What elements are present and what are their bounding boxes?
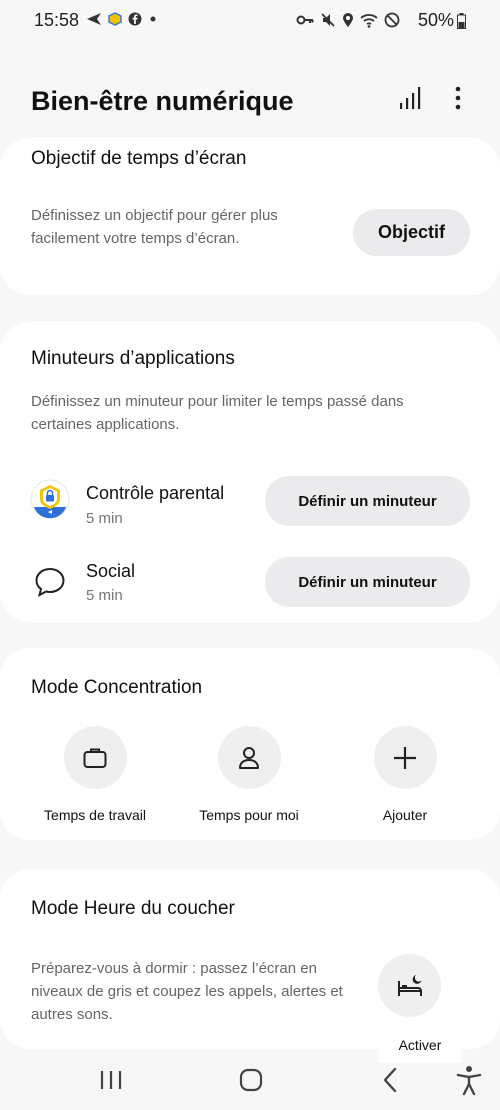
wifi-icon <box>360 14 378 28</box>
recents-icon <box>100 1071 122 1089</box>
bedtime-activate-button[interactable] <box>378 954 441 1017</box>
accessibility-button[interactable] <box>456 1064 482 1096</box>
more-vert-icon <box>455 86 461 110</box>
bed-icon <box>397 974 422 996</box>
back-icon <box>383 1067 397 1093</box>
app-time-social: 5 min <box>86 587 123 604</box>
focus-mode-title: Mode Concentration <box>27 671 301 705</box>
work-mode-label: Temps de travail <box>44 807 146 823</box>
app-timers-description: Définissez un minuteur pour limiter le t… <box>31 393 404 433</box>
back-button[interactable] <box>376 1065 406 1095</box>
status-time: 15:58 <box>34 10 80 30</box>
me-time-mode-button[interactable] <box>217 726 281 789</box>
key-icon <box>296 15 314 25</box>
set-timer-button-social[interactable]: Définir un minuteur <box>265 557 470 607</box>
page-title: Bien-être numérique <box>31 86 294 116</box>
add-mode-label: Ajouter <box>382 807 428 823</box>
statistics-button[interactable] <box>396 84 424 112</box>
home-icon <box>239 1068 263 1092</box>
screen-time-goal-title: Objectif de temps d’écran <box>27 142 345 176</box>
home-button[interactable] <box>236 1065 266 1095</box>
app-name-parental-control: Contrôle parental <box>86 483 225 503</box>
work-mode-button[interactable] <box>63 726 127 789</box>
set-timer-button-parental-control[interactable]: Définir un minuteur <box>265 476 470 526</box>
app-notification-icon <box>108 12 122 26</box>
accessibility-icon <box>456 1066 482 1096</box>
chat-bubble-icon <box>33 565 67 599</box>
system-icons <box>296 12 400 28</box>
app-time-parental-control: 5 min <box>86 510 123 527</box>
parental-control-icon <box>29 478 71 520</box>
focus-mode-me-time[interactable]: Temps pour moi <box>184 726 314 823</box>
person-icon <box>239 746 259 769</box>
notification-icons <box>86 12 158 26</box>
navigation-bar <box>0 1050 500 1110</box>
screen-time-goal-description: Définissez un objectif pour gérer plus f… <box>31 207 278 247</box>
bar-chart-icon <box>400 87 421 109</box>
set-goal-button[interactable]: Objectif <box>353 209 470 256</box>
app-name-social: Social <box>86 561 136 581</box>
status-bar: 15:58 50% <box>0 0 500 44</box>
bedtime-mode-title: Mode Heure du coucher <box>27 892 331 926</box>
send-icon <box>87 13 101 25</box>
location-icon <box>343 13 353 27</box>
add-mode-button[interactable] <box>373 726 437 789</box>
focus-mode-work[interactable]: Temps de travail <box>30 726 160 823</box>
bedtime-mode-description: Préparez-vous à dormir : passez l’écran … <box>31 960 343 1023</box>
mute-icon <box>321 13 335 27</box>
battery-icon <box>457 13 466 29</box>
do-not-disturb-icon <box>384 12 400 28</box>
app-timers-title: Minuteurs d’applications <box>27 342 361 376</box>
facebook-icon <box>128 12 142 26</box>
briefcase-icon <box>83 748 107 768</box>
more-options-button[interactable] <box>444 84 472 112</box>
dot-icon <box>150 16 156 22</box>
recents-button[interactable] <box>96 1066 126 1094</box>
plus-icon <box>394 746 416 769</box>
me-time-mode-label: Temps pour moi <box>199 807 299 823</box>
focus-mode-add[interactable]: Ajouter <box>340 726 470 823</box>
battery-percentage: 50% <box>417 10 454 30</box>
